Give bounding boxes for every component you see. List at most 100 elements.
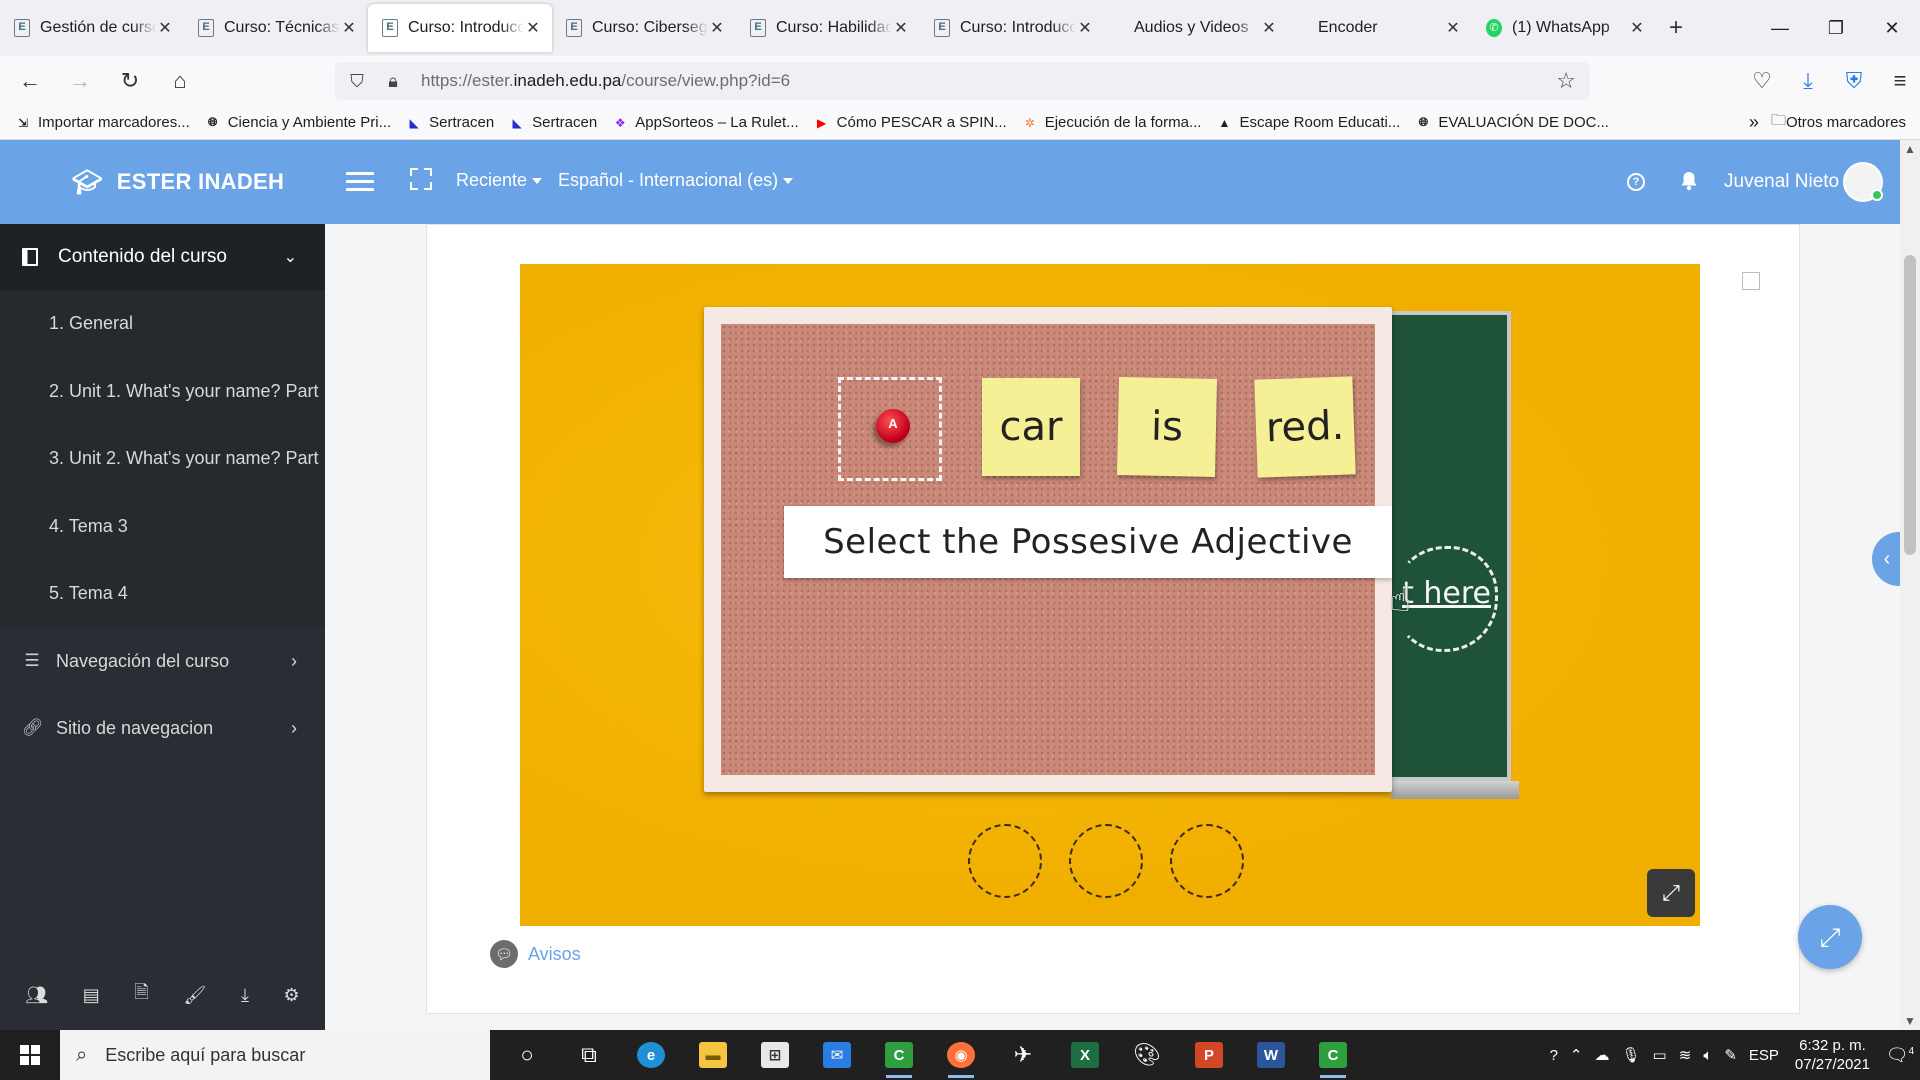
taskbar-search[interactable]: ⌕ Escribe aquí para buscar [60, 1030, 490, 1080]
page-scrollbar[interactable]: ▲ ▼ [1900, 140, 1920, 1030]
completion-checkbox[interactable] [1742, 272, 1760, 290]
pen-icon[interactable]: ✎ [1724, 1046, 1737, 1064]
notifications-icon[interactable]: 🗨︎4 [1880, 1045, 1920, 1066]
start-button[interactable] [0, 1045, 60, 1065]
store-icon[interactable]: ⊞ [744, 1030, 806, 1080]
sidebar-item-tema-4[interactable]: 5. Tema 4 [0, 560, 325, 628]
input-language[interactable]: ESP [1749, 1047, 1779, 1064]
answer-option-circle[interactable] [1069, 824, 1143, 898]
restore-icon[interactable]: ❐ [1808, 0, 1864, 56]
language-menu[interactable]: Español - Internacional (es) [558, 170, 794, 191]
bookmark-sertracen-1[interactable]: ◣ Sertracen [405, 114, 495, 132]
microphone-icon[interactable]: 🎙︎ [1622, 1046, 1641, 1064]
close-tab-icon[interactable]: ✕ [1076, 18, 1094, 38]
wifi-icon[interactable]: ≋ [1679, 1046, 1692, 1064]
shield-icon[interactable]: ⛉ [343, 71, 371, 92]
downloads-icon[interactable]: ⤓ [1788, 61, 1828, 101]
back-icon[interactable]: ← [10, 61, 50, 101]
bookmark-evaluacion[interactable]: 🌐︎ EVALUACIÓN DE DOC... [1414, 114, 1609, 132]
participants-icon[interactable]: 👥︎ [25, 985, 48, 1006]
bookmark-import[interactable]: ⇲ Importar marcadores... [14, 114, 190, 132]
sidebar-item-unit-2[interactable]: 3. Unit 2. What's your name? Part II [0, 425, 325, 493]
bookmark-star-icon[interactable]: ☆ [1556, 68, 1576, 94]
lock-icon[interactable]: 🔒︎ [379, 71, 407, 92]
bell-icon[interactable] [1680, 171, 1698, 191]
sidebar-item-general[interactable]: 1. General [0, 290, 325, 358]
close-window-icon[interactable]: ✕ [1864, 0, 1920, 56]
help-icon[interactable]: ? [1627, 173, 1645, 191]
fullscreen-icon[interactable] [410, 168, 432, 190]
sidebar-item-unit-1[interactable]: 2. Unit 1. What's your name? Part I [0, 358, 325, 426]
bookmark-sertracen-2[interactable]: ◣ Sertracen [508, 114, 598, 132]
menu-icon[interactable]: ≡ [1880, 61, 1920, 101]
user-name[interactable]: Juvenal Nieto [1724, 171, 1839, 193]
close-tab-icon[interactable]: ✕ [156, 18, 174, 38]
extension-shield-icon[interactable]: ⛨ [1834, 61, 1874, 101]
close-tab-icon[interactable]: ✕ [1628, 18, 1646, 38]
bookmark-escape-room[interactable]: ▲ Escape Room Educati... [1215, 114, 1401, 132]
site-brand[interactable]: 🎓︎ ESTER INADEH [72, 168, 284, 197]
edge-icon[interactable]: e [620, 1030, 682, 1080]
minimize-icon[interactable]: — [1752, 0, 1808, 56]
file-icon[interactable]: 🗎 [134, 980, 148, 1010]
brush-icon[interactable]: 🖌︎ [183, 985, 206, 1006]
volume-icon[interactable]: 🔈︎ [1703, 1047, 1712, 1064]
powerpoint-icon[interactable]: P [1178, 1030, 1240, 1080]
fullscreen-expand-button[interactable]: ⤢ [1647, 869, 1695, 917]
home-icon[interactable]: ⌂ [160, 61, 200, 101]
tab-whatsapp[interactable]: ✆ (1) WhatsApp ✕ [1472, 0, 1656, 56]
bookmark-youtube[interactable]: ▶ Cómo PESCAR a SPIN... [813, 114, 1007, 132]
file-explorer-icon[interactable]: ▬ [682, 1030, 744, 1080]
answer-option-circle[interactable] [1170, 824, 1244, 898]
scroll-down-icon[interactable]: ▼ [1900, 1014, 1920, 1028]
site-navigation-section[interactable]: 🔗︎ Sitio de navegacion › [0, 695, 325, 762]
show-hidden-icons[interactable]: ⌃ [1570, 1046, 1583, 1064]
tab-audios-videos[interactable]: Audios y Videos ✕ [1104, 0, 1288, 56]
close-tab-icon[interactable]: ✕ [524, 18, 542, 38]
reload-icon[interactable]: ↻ [110, 61, 150, 101]
mail-icon[interactable]: ✉ [806, 1030, 868, 1080]
expand-fab-button[interactable]: ⤢ [1798, 905, 1862, 969]
sticky-note-word[interactable]: car [982, 378, 1080, 476]
help-tray-icon[interactable]: ? [1550, 1047, 1558, 1064]
archive-icon[interactable]: ▤ [83, 985, 100, 1006]
battery-icon[interactable]: ▭ [1653, 1046, 1667, 1064]
bookmark-appsorteos[interactable]: ❖ AppSorteos – La Rulet... [611, 114, 799, 132]
bookmark-ciencia[interactable]: 🌐︎ Ciencia y Ambiente Pri... [204, 114, 391, 132]
red-pin-hotspot[interactable]: A [876, 409, 910, 443]
avatar[interactable] [1843, 162, 1883, 202]
answer-option-circle[interactable] [968, 824, 1042, 898]
tab-ciberseguridad[interactable]: E Curso: Ciberseguridad ✕ [552, 0, 736, 56]
address-bar[interactable]: ⛉ 🔒︎ https://ester.inadeh.edu.pa/course/… [335, 62, 1590, 100]
sticky-note-word[interactable]: red. [1254, 376, 1356, 478]
hamburger-menu-icon[interactable] [346, 166, 374, 196]
gears-icon[interactable]: ⚙ [284, 985, 300, 1006]
word-icon[interactable]: W [1240, 1030, 1302, 1080]
excel-icon[interactable]: X [1054, 1030, 1116, 1080]
tab-gestion-cursos[interactable]: E Gestión de cursos ✕ [0, 0, 184, 56]
close-tab-icon[interactable]: ✕ [708, 18, 726, 38]
course-navigation-section[interactable]: ☰ Navegación del curso › [0, 628, 325, 695]
tab-encoder[interactable]: Encoder ✕ [1288, 0, 1472, 56]
onedrive-icon[interactable]: ☁ [1595, 1046, 1610, 1064]
close-tab-icon[interactable]: ✕ [1260, 18, 1278, 38]
app-icon[interactable]: ✈ [992, 1030, 1054, 1080]
recent-menu[interactable]: Reciente [456, 170, 543, 191]
download-icon[interactable]: ⤓ [241, 985, 249, 1006]
sticky-note-word[interactable]: is [1116, 376, 1218, 478]
tab-introduccion-active[interactable]: E Curso: Introducción ✕ [368, 4, 552, 52]
url-text[interactable]: https://ester.inadeh.edu.pa/course/view.… [421, 71, 790, 91]
cortana-icon[interactable]: ○ [496, 1030, 558, 1080]
clock[interactable]: 6:32 p. m. 07/27/2021 [1795, 1036, 1870, 1074]
tab-habilidades[interactable]: E Curso: Habilidades ✕ [736, 0, 920, 56]
course-content-header[interactable]: Contenido del curso ⌄ [0, 224, 325, 290]
camtasia-icon[interactable]: C [868, 1030, 930, 1080]
tab-introduccion-2[interactable]: E Curso: Introducción ✕ [920, 0, 1104, 56]
h5p-activity-canvas[interactable]: t here A car is red. Select the Possesiv… [520, 264, 1700, 926]
camtasia-recorder-icon[interactable]: C [1302, 1030, 1364, 1080]
forward-icon[interactable]: → [60, 61, 100, 101]
close-tab-icon[interactable]: ✕ [340, 18, 358, 38]
new-tab-button[interactable]: + [1656, 0, 1696, 56]
close-tab-icon[interactable]: ✕ [1444, 18, 1462, 38]
more-bookmarks-icon[interactable]: » [1749, 112, 1759, 133]
